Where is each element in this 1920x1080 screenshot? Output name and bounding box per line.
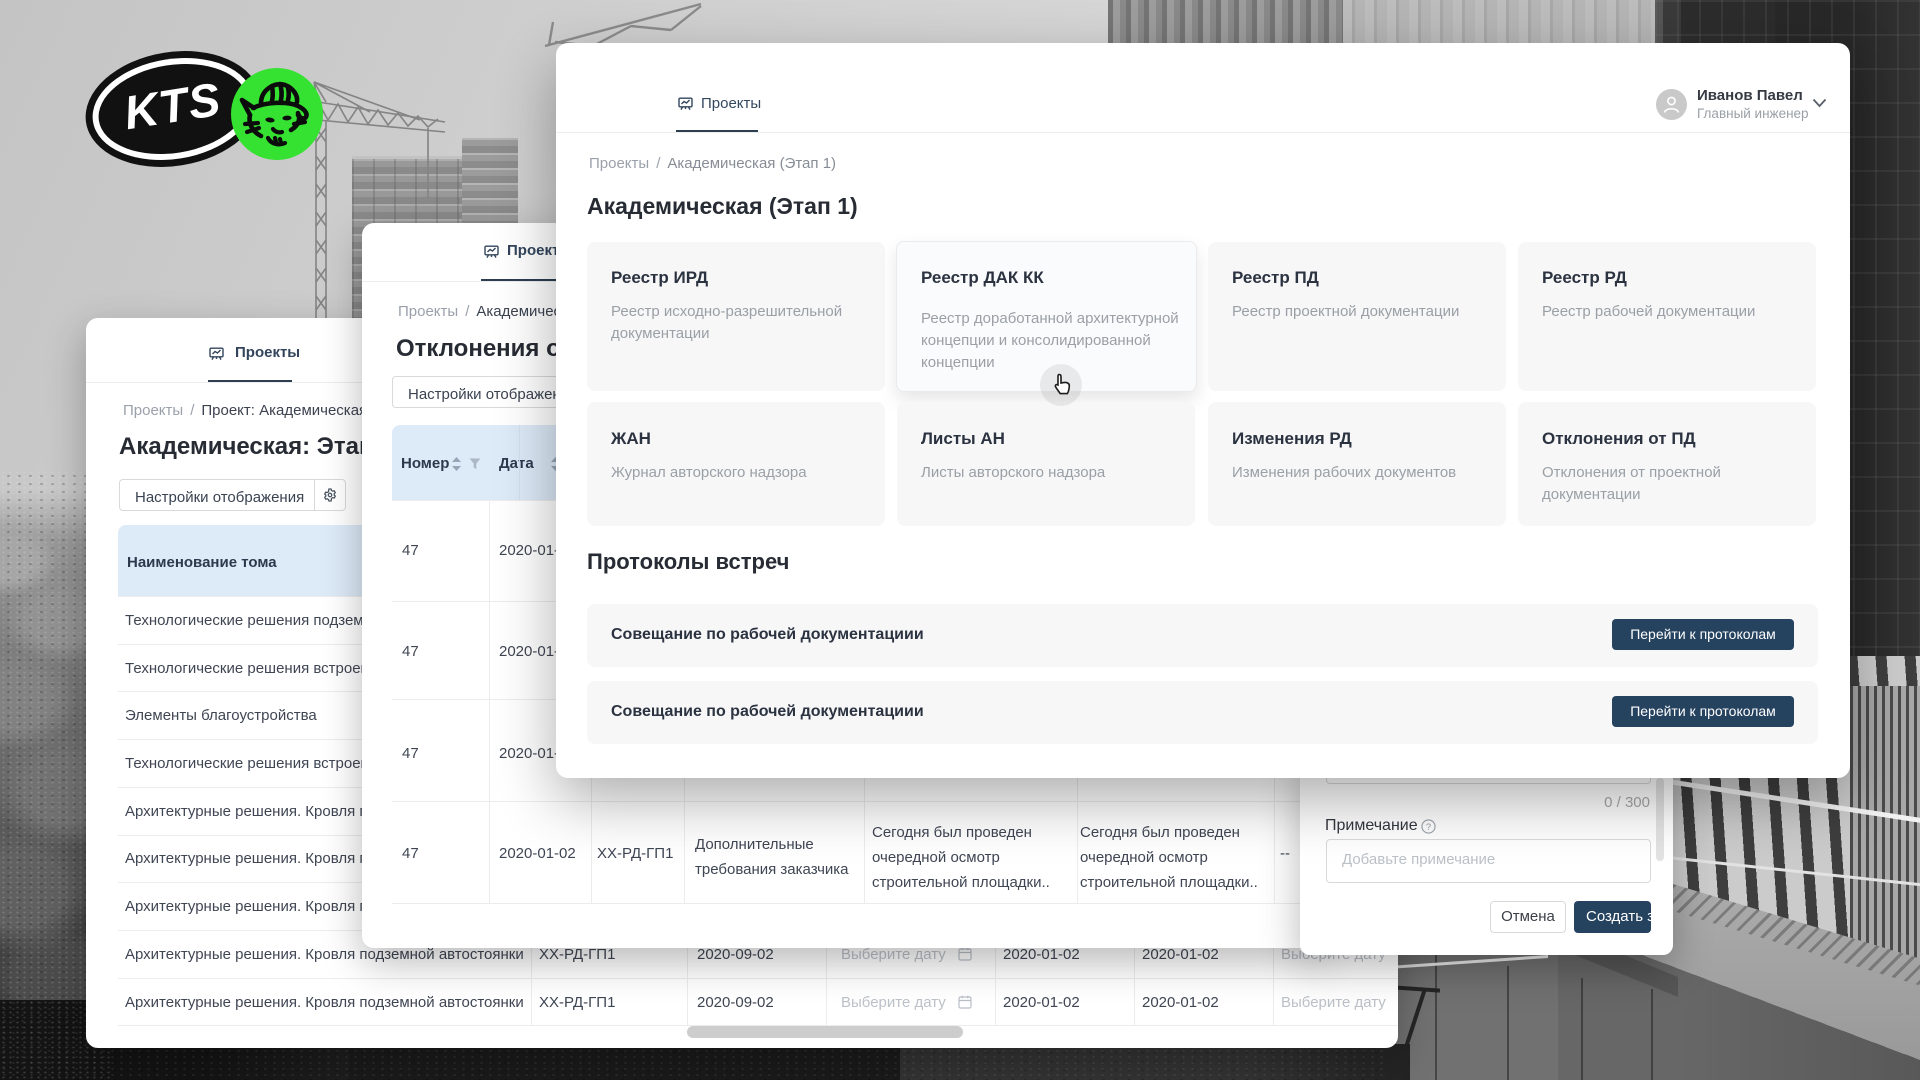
svg-text:?: ? xyxy=(1426,822,1431,832)
